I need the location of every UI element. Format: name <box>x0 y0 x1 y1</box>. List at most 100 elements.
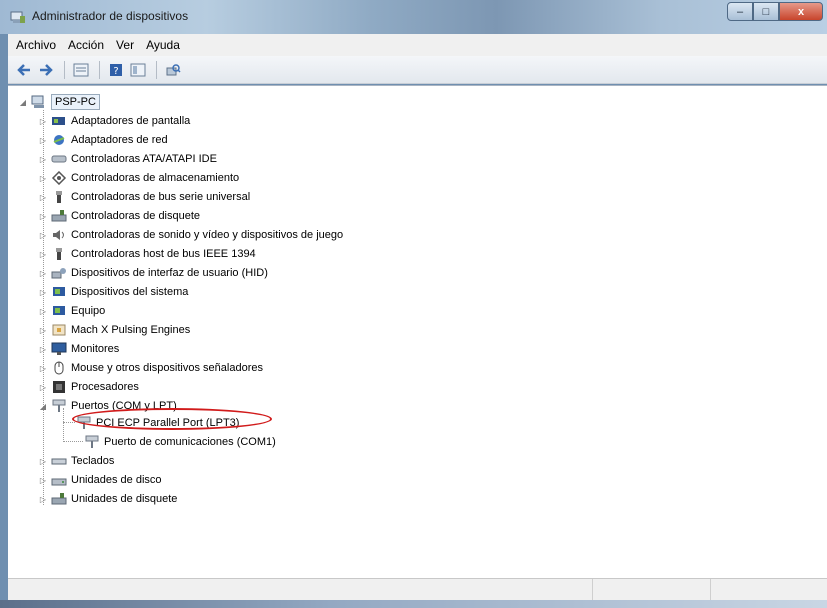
expand-arrow-icon[interactable]: ▷ <box>38 456 48 466</box>
expand-arrow-icon[interactable]: ▷ <box>38 363 48 373</box>
tree-item-discos[interactable]: ▷ Unidades de disco <box>38 471 162 489</box>
back-button[interactable] <box>14 61 34 79</box>
tree-item-ata-atapi[interactable]: ▷ Controladoras ATA/ATAPI IDE <box>38 150 217 168</box>
system-device-icon <box>51 285 67 299</box>
forward-button[interactable] <box>36 61 56 79</box>
tree-item-label: Controladoras de almacenamiento <box>71 172 240 184</box>
view-button[interactable] <box>128 61 148 79</box>
tree-item-label: Equipo <box>71 305 106 317</box>
collapse-arrow-icon[interactable]: ◢ <box>38 401 48 411</box>
expand-arrow-icon[interactable]: ▷ <box>38 382 48 392</box>
menu-ayuda[interactable]: Ayuda <box>146 38 180 52</box>
tree-item-label: Adaptadores de pantalla <box>71 115 191 127</box>
status-pane <box>711 579 827 601</box>
tree-item-ieee1394[interactable]: ▷ Controladoras host de bus IEEE 1394 <box>38 245 256 263</box>
toolbar-separator <box>99 60 100 79</box>
expand-arrow-icon[interactable]: ▷ <box>38 154 48 164</box>
tree-item-adaptadores-pantalla[interactable]: ▷ Adaptadores de pantalla <box>38 112 190 130</box>
tree-item-label: Monitores <box>71 343 120 355</box>
expand-arrow-icon[interactable]: ▷ <box>38 325 48 335</box>
tree-item-mouse[interactable]: ▷ Mouse y otros dispositivos señaladores <box>38 359 263 377</box>
tree-item-almacenamiento[interactable]: ▷ Controladoras de almacenamiento <box>38 169 239 187</box>
tree-item-label: Mouse y otros dispositivos señaladores <box>71 362 263 374</box>
storage-controller-icon <box>51 171 67 185</box>
expand-arrow-icon[interactable]: ▷ <box>38 116 48 126</box>
tree-item-mach[interactable]: ▷ Mach X Pulsing Engines <box>38 321 190 339</box>
mouse-icon <box>51 361 67 375</box>
tree-item-usb[interactable]: ▷ Controladoras de bus serie universal <box>38 188 250 206</box>
status-bar <box>8 578 827 601</box>
tree-item-label: Controladoras host de bus IEEE 1394 <box>71 248 256 260</box>
tree-item-label: Unidades de disco <box>71 474 162 486</box>
menu-accion[interactable]: Acción <box>68 38 104 52</box>
tree-item-sistema[interactable]: ▷ Dispositivos del sistema <box>38 283 188 301</box>
properties-icon <box>73 63 89 76</box>
tree-root[interactable]: ◢ PSP-PC <box>18 93 100 111</box>
maximize-button[interactable]: □ <box>753 2 779 21</box>
ieee1394-icon <box>51 247 67 261</box>
view-icon <box>130 63 146 76</box>
minimize-button[interactable]: – <box>727 2 753 21</box>
disk-drive-icon <box>51 473 67 487</box>
tree-item-label: Unidades de disquete <box>71 493 178 505</box>
tree-item-label: Procesadores <box>71 381 139 393</box>
expand-arrow-icon[interactable]: ▷ <box>38 475 48 485</box>
expand-arrow-icon[interactable]: ▷ <box>38 173 48 183</box>
tree-item-label: Controladoras de bus serie universal <box>71 191 251 203</box>
expand-arrow-icon[interactable]: ▷ <box>38 192 48 202</box>
tree-root-label: PSP-PC <box>51 94 100 110</box>
device-manager-window: Administrador de dispositivos – □ x Arch… <box>0 0 827 608</box>
expand-arrow-icon[interactable]: ▷ <box>38 211 48 221</box>
expand-arrow-icon[interactable]: ▷ <box>38 249 48 259</box>
menu-archivo[interactable]: Archivo <box>16 38 56 52</box>
menu-ver[interactable]: Ver <box>116 38 134 52</box>
expand-arrow-icon[interactable]: ▷ <box>38 494 48 504</box>
tree-item-disquete-controladoras[interactable]: ▷ Controladoras de disquete <box>38 207 200 225</box>
expand-arrow-icon[interactable]: ▷ <box>38 344 48 354</box>
close-button[interactable]: x <box>779 2 823 21</box>
tree-item-disquete-unidades[interactable]: ▷ Unidades de disquete <box>38 490 177 508</box>
scan-hardware-button[interactable] <box>163 61 183 79</box>
title-bar[interactable]: Administrador de dispositivos – □ x <box>0 0 827 34</box>
computer-icon <box>51 304 67 318</box>
expand-arrow-icon[interactable]: ▷ <box>38 268 48 278</box>
floppy-drive-icon <box>51 492 67 506</box>
tree-item-label: Puerto de comunicaciones (COM1) <box>104 436 276 448</box>
tree-item-label: Controladoras ATA/ATAPI IDE <box>71 153 217 165</box>
floppy-controller-icon <box>51 209 67 223</box>
network-adapter-icon <box>51 133 67 147</box>
tree-item-sonido[interactable]: ▷ Controladoras de sonido y vídeo y disp… <box>38 226 343 244</box>
tree-connector <box>63 422 75 423</box>
expand-arrow-icon[interactable]: ▷ <box>38 135 48 145</box>
expand-arrow-icon[interactable]: ▷ <box>38 306 48 316</box>
processor-icon <box>51 380 67 394</box>
collapse-arrow-icon[interactable]: ◢ <box>18 97 28 107</box>
back-arrow-icon <box>17 63 30 76</box>
device-manager-icon <box>10 11 25 23</box>
highlight-circle <box>72 408 272 430</box>
sound-icon <box>51 228 67 242</box>
taskbar-edge <box>0 600 827 608</box>
tree-item-label: Controladoras de disquete <box>71 210 201 222</box>
tree-item-procesadores[interactable]: ▷ Procesadores <box>38 378 139 396</box>
toolbar-separator <box>156 60 157 79</box>
computer-icon <box>31 95 47 109</box>
tree-item-adaptadores-red[interactable]: ▷ Adaptadores de red <box>38 131 168 149</box>
ide-controller-icon <box>51 152 67 166</box>
tree-item-hid[interactable]: ▷ Dispositivos de interfaz de usuario (H… <box>38 264 268 282</box>
tree-item-com1[interactable]: Puerto de comunicaciones (COM1) <box>84 433 276 451</box>
help-button[interactable]: ? <box>106 61 126 79</box>
device-tree: ◢ PSP-PC ▷ Adaptadores de pantalla ▷ Ada… <box>8 85 827 579</box>
expand-arrow-icon[interactable]: ▷ <box>38 230 48 240</box>
tree-item-equipo[interactable]: ▷ Equipo <box>38 302 105 320</box>
tree-connector <box>63 441 83 442</box>
port-icon <box>84 435 100 449</box>
expand-arrow-icon[interactable]: ▷ <box>38 287 48 297</box>
properties-button[interactable] <box>71 61 91 79</box>
tree-item-label: Controladoras de sonido y vídeo y dispos… <box>71 229 344 241</box>
help-icon: ? <box>110 63 122 77</box>
tree-item-monitores[interactable]: ▷ Monitores <box>38 340 119 358</box>
usb-icon <box>51 190 67 204</box>
mach-engine-icon <box>51 323 67 337</box>
tree-item-teclados[interactable]: ▷ Teclados <box>38 452 115 470</box>
